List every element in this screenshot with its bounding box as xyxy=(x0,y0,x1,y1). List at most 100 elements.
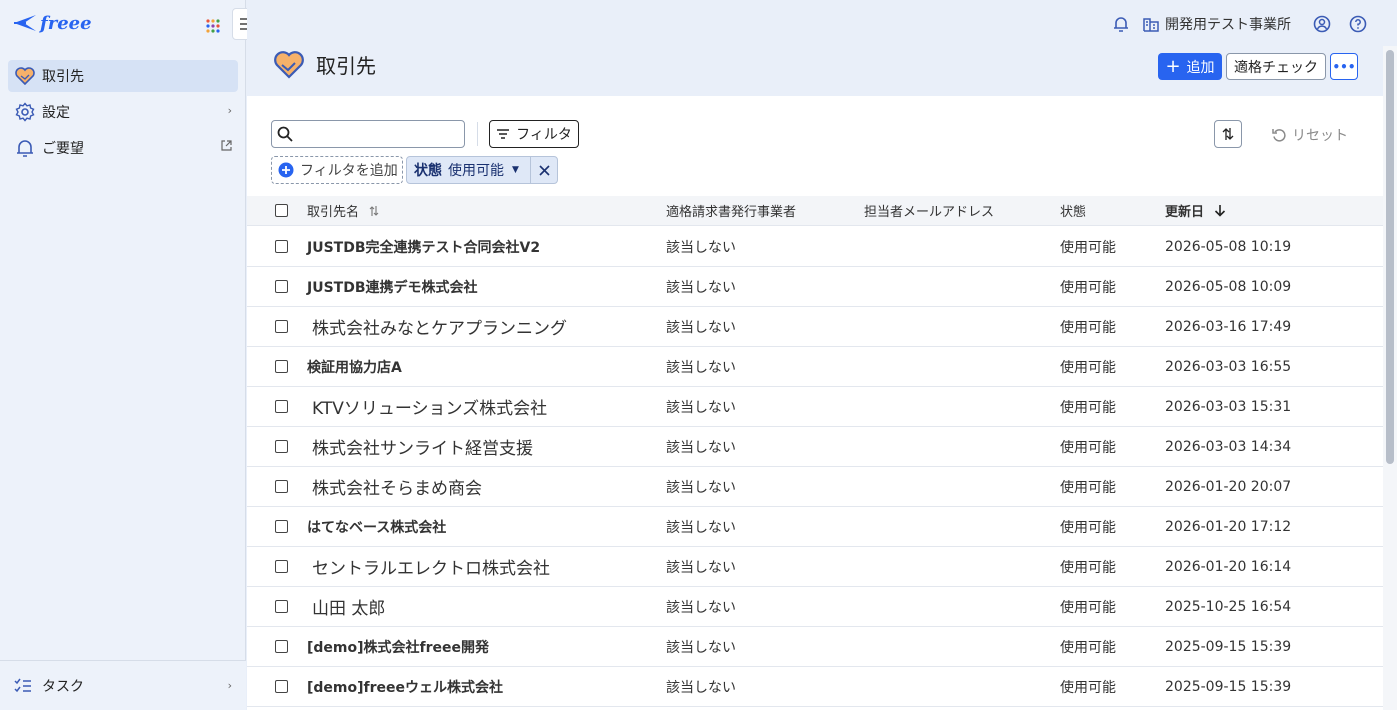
freee-logo[interactable]: freee xyxy=(12,11,92,35)
partner-name[interactable]: JUSTDB完全連携テスト合同会社V2 xyxy=(307,237,540,257)
scrollbar-thumb[interactable] xyxy=(1386,50,1394,464)
partner-name[interactable]: 株式会社サンライト経営支援 xyxy=(307,434,533,459)
sidebar-item-partners[interactable]: 取引先 xyxy=(8,60,238,92)
select-all-checkbox[interactable] xyxy=(275,204,288,217)
updated-value: 2026-03-16 17:49 xyxy=(1165,318,1292,335)
row-checkbox[interactable] xyxy=(275,280,288,293)
column-header-qualified[interactable]: 適格請求書発行事業者 xyxy=(666,196,796,225)
filter-button[interactable]: フィルタ xyxy=(489,120,579,148)
row-checkbox[interactable] xyxy=(275,400,288,413)
column-header-updated[interactable]: 更新日 xyxy=(1165,196,1226,225)
table-row[interactable]: 山田 太郎 該当しない 使用可能 2025-10-25 16:54 xyxy=(247,587,1383,627)
table-row[interactable]: セントラルエレクトロ株式会社 該当しない 使用可能 2026-01-20 16:14 xyxy=(247,547,1383,587)
partner-name-cell: はてなベース株式会社 xyxy=(307,507,446,546)
partner-name[interactable]: 株式会社そらまめ商会 xyxy=(307,474,482,499)
status-filter-chip[interactable]: 状態 使用可能 ▼ xyxy=(406,156,558,184)
qualification-check-button[interactable]: 適格チェック xyxy=(1226,53,1326,80)
search-input[interactable] xyxy=(271,120,465,148)
add-partner-button[interactable]: + 追加 xyxy=(1158,53,1222,80)
qualified-cell: 該当しない xyxy=(666,427,736,466)
reset-button[interactable]: リセット xyxy=(1272,125,1348,145)
row-select-cell xyxy=(275,347,288,386)
row-checkbox[interactable] xyxy=(275,600,288,613)
sort-order-button[interactable] xyxy=(1214,120,1242,148)
row-checkbox[interactable] xyxy=(275,480,288,493)
more-actions-button[interactable]: ••• xyxy=(1330,53,1358,80)
status-value: 使用可能 xyxy=(1060,319,1116,336)
partner-name[interactable]: 株式会社みなとケアプランニング xyxy=(307,314,567,339)
row-checkbox[interactable] xyxy=(275,560,288,573)
updated-cell: 2026-05-08 10:09 xyxy=(1165,267,1291,306)
help-icon[interactable] xyxy=(1349,15,1367,33)
partner-name[interactable]: [demo]株式会社freee開発 xyxy=(307,637,489,657)
page-title-text: 取引先 xyxy=(316,54,376,78)
updated-value: 2026-03-03 14:34 xyxy=(1165,438,1292,455)
table-row[interactable]: KTVソリューションズ株式会社 該当しない 使用可能 2026-03-03 15:31 xyxy=(247,387,1383,427)
row-select-cell xyxy=(275,587,288,626)
status-cell: 使用可能 xyxy=(1060,267,1116,306)
qualified-value: 該当しない xyxy=(666,359,736,376)
table-row[interactable]: 株式会社みなとケアプランニング 該当しない 使用可能 2026-03-16 17:49 xyxy=(247,307,1383,347)
partner-name[interactable]: 検証用協力店A xyxy=(307,357,402,377)
updated-value: 2025-09-15 15:39 xyxy=(1165,638,1292,655)
undo-icon xyxy=(1272,129,1286,142)
chip-value: 使用可能 xyxy=(448,163,504,179)
select-all-cell xyxy=(275,196,288,225)
row-checkbox[interactable] xyxy=(275,360,288,373)
column-header-email[interactable]: 担当者メールアドレス xyxy=(864,196,994,225)
updated-value: 2026-01-20 17:12 xyxy=(1165,518,1292,535)
row-checkbox[interactable] xyxy=(275,320,288,333)
partner-name[interactable]: [demo]freeeウェル株式会社 xyxy=(307,677,503,697)
office-switcher[interactable]: 開発用テスト事業所 xyxy=(1143,14,1291,34)
table-row[interactable]: JUSTDB完全連携テスト合同会社V2 該当しない 使用可能 2026-05-08 1… xyxy=(247,227,1383,267)
row-checkbox[interactable] xyxy=(275,520,288,533)
column-header-status[interactable]: 状態 xyxy=(1060,196,1086,225)
handshake-icon xyxy=(14,65,36,87)
table-row[interactable]: 検証用協力店A 該当しない 使用可能 2026-03-03 16:55 xyxy=(247,347,1383,387)
sidebar-item-settings[interactable]: 設定 › xyxy=(8,96,238,128)
column-header-qualified-label: 適格請求書発行事業者 xyxy=(666,205,797,220)
partner-name[interactable]: KTVソリューションズ株式会社 xyxy=(307,394,547,419)
add-filter-button[interactable]: フィルタを追加 xyxy=(271,156,403,184)
row-checkbox[interactable] xyxy=(275,680,288,693)
row-checkbox[interactable] xyxy=(275,640,288,653)
sort-arrows-icon xyxy=(1222,128,1234,140)
row-select-cell xyxy=(275,227,288,266)
qualified-cell: 該当しない xyxy=(666,347,736,386)
sidebar: freee 取引先 設定 › ご要望 タスク › xyxy=(0,0,264,710)
partner-name[interactable]: はてなベース株式会社 xyxy=(307,517,446,537)
row-checkbox[interactable] xyxy=(275,240,288,253)
scrollbar[interactable] xyxy=(1383,46,1397,710)
table-row[interactable]: [demo]freeeウェル株式会社 該当しない 使用可能 2025-09-15 15… xyxy=(247,667,1383,707)
status-cell: 使用可能 xyxy=(1060,387,1116,426)
partner-name[interactable]: 山田 太郎 xyxy=(307,594,385,619)
status-value: 使用可能 xyxy=(1060,679,1116,696)
app-grid-icon[interactable] xyxy=(206,18,220,37)
partner-name[interactable]: セントラルエレクトロ株式会社 xyxy=(307,554,550,579)
qualified-cell: 該当しない xyxy=(666,627,736,666)
sidebar-item-requests[interactable]: ご要望 xyxy=(8,132,238,164)
partner-list-panel: フィルタ リセット フィルタを追加 状態 使用可能 ▼ 取引先名 適格請求書発行… xyxy=(247,96,1383,710)
qualified-value: 該当しない xyxy=(666,279,736,296)
column-header-name[interactable]: 取引先名 xyxy=(307,196,379,225)
status-value: 使用可能 xyxy=(1060,239,1116,256)
notification-bell-icon[interactable] xyxy=(1113,15,1129,33)
table-row[interactable]: 株式会社そらまめ商会 該当しない 使用可能 2026-01-20 20:07 xyxy=(247,467,1383,507)
account-icon[interactable] xyxy=(1313,15,1331,33)
table-row[interactable]: 株式会社サンライト経営支援 該当しない 使用可能 2026-03-03 14:34 xyxy=(247,427,1383,467)
status-cell: 使用可能 xyxy=(1060,227,1116,266)
status-cell: 使用可能 xyxy=(1060,547,1116,586)
table-row[interactable]: JUSTDB連携デモ株式会社 該当しない 使用可能 2026-05-08 10:09 xyxy=(247,267,1383,307)
updated-cell: 2026-03-03 14:34 xyxy=(1165,427,1291,466)
task-list-icon xyxy=(14,678,32,694)
remove-filter-button[interactable] xyxy=(530,157,557,183)
task-panel-toggle[interactable]: タスク › xyxy=(0,660,246,710)
row-select-cell xyxy=(275,547,288,586)
row-checkbox[interactable] xyxy=(275,440,288,453)
table-row[interactable]: はてなベース株式会社 該当しない 使用可能 2026-01-20 17:12 xyxy=(247,507,1383,547)
status-cell: 使用可能 xyxy=(1060,627,1116,666)
partner-name[interactable]: JUSTDB連携デモ株式会社 xyxy=(307,277,478,297)
status-value: 使用可能 xyxy=(1060,639,1116,656)
table-row[interactable]: [demo]株式会社freee開発 該当しない 使用可能 2025-09-15 15:… xyxy=(247,627,1383,667)
logo-text: freee xyxy=(40,12,92,34)
